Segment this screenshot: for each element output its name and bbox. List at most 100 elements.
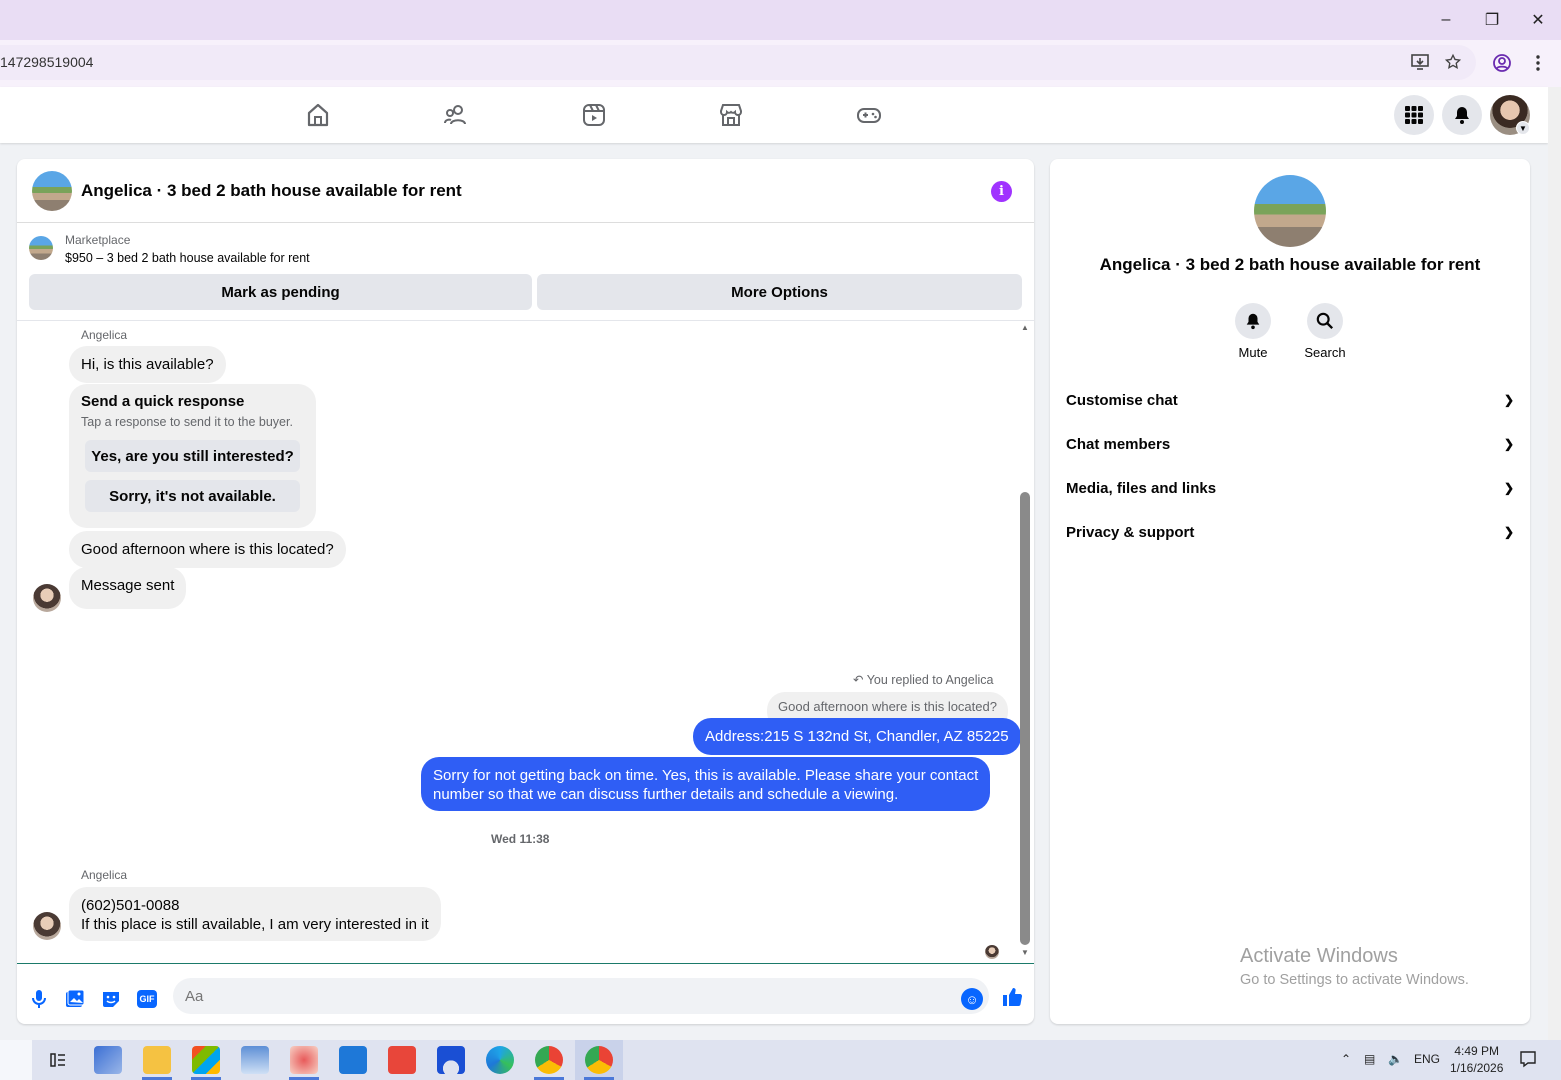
timestamp: Wed 11:38	[491, 832, 550, 846]
store-icon[interactable]	[192, 1046, 220, 1074]
sender-avatar[interactable]	[33, 584, 61, 612]
photo-icon[interactable]	[64, 988, 86, 1010]
volume-icon[interactable]: 🔈	[1388, 1052, 1403, 1066]
tray-chevron-up-icon[interactable]: ⌃	[1341, 1052, 1351, 1066]
quick-response-yes-button[interactable]: Yes, are you still interested?	[85, 440, 300, 472]
customise-chat-row[interactable]: Customise chat ❯	[1066, 380, 1514, 420]
chat-info-panel: Angelica · 3 bed 2 bath house available …	[1050, 159, 1530, 1024]
message-line: (602)501-0088	[81, 897, 180, 914]
grid-icon	[1405, 106, 1423, 124]
info-avatar[interactable]	[1254, 175, 1326, 247]
message-input[interactable]	[173, 978, 989, 1014]
chevron-down-icon: ❯	[1503, 393, 1514, 407]
microphone-icon[interactable]	[28, 988, 50, 1010]
search-label: Search	[1304, 345, 1346, 360]
message-line: number so that we can discuss further de…	[433, 786, 899, 803]
address-text: 147298519004	[0, 54, 94, 70]
gif-icon[interactable]: GIF	[136, 988, 158, 1010]
chevron-down-icon: ❯	[1503, 525, 1514, 539]
marketplace-label: Marketplace	[65, 233, 131, 247]
sender-name: Angelica	[81, 328, 128, 342]
chrome-icon[interactable]	[535, 1046, 563, 1074]
gaming-icon[interactable]	[855, 101, 883, 129]
message-bubble[interactable]: Good afternoon where is this located?	[69, 531, 346, 568]
message-line: If this place is still available, I am v…	[81, 916, 429, 933]
video-icon[interactable]	[580, 101, 608, 129]
quick-response-box: Send a quick response Tap a response to …	[69, 384, 316, 528]
browser-titlebar: – ❐ ✕	[0, 0, 1561, 40]
scroll-down-arrow[interactable]: ▼	[1019, 948, 1031, 958]
page-scrollbar[interactable]	[1548, 87, 1561, 1040]
file-explorer-icon[interactable]	[143, 1046, 171, 1074]
row-label: Customise chat	[1066, 391, 1178, 409]
restore-button[interactable]: ❐	[1477, 8, 1507, 32]
like-thumb-icon[interactable]	[1001, 986, 1023, 1008]
scroll-up-arrow[interactable]: ▲	[1019, 323, 1031, 333]
message-composer: GIF ☺	[17, 963, 1034, 1024]
clock[interactable]: 4:49 PM 1/16/2026	[1450, 1043, 1503, 1077]
account-caret-icon[interactable]: ▼	[1516, 121, 1530, 135]
friends-icon[interactable]	[442, 101, 470, 129]
privacy-support-row[interactable]: Privacy & support ❯	[1066, 512, 1514, 552]
mute-button[interactable]: Mute	[1213, 303, 1293, 360]
row-label: Chat members	[1066, 435, 1171, 453]
computer-icon[interactable]	[94, 1046, 122, 1074]
sender-name: Angelica	[81, 868, 128, 882]
clock-time: 4:49 PM	[1454, 1044, 1500, 1058]
search-icon	[1307, 303, 1343, 339]
chat-panel: Angelica · 3 bed 2 bath house available …	[17, 159, 1034, 1024]
windows-taskbar: ⌃ ▤ 🔈 ENG 4:49 PM 1/16/2026	[0, 1040, 1561, 1080]
sender-avatar[interactable]	[33, 912, 61, 940]
address-bar[interactable]: 147298519004	[0, 45, 1476, 80]
chat-avatar[interactable]	[32, 171, 72, 211]
info-icon[interactable]: i	[991, 181, 1012, 202]
browser-menu-icon[interactable]	[1527, 52, 1549, 74]
marketplace-icon[interactable]	[717, 101, 745, 129]
message-bubble[interactable]: Hi, is this available?	[69, 346, 226, 383]
media-files-links-row[interactable]: Media, files and links ❯	[1066, 468, 1514, 508]
install-app-icon[interactable]	[1409, 51, 1431, 73]
mute-label: Mute	[1238, 345, 1268, 360]
message-bubble[interactable]: Message sent	[69, 567, 187, 609]
gif-label: GIF	[137, 990, 157, 1008]
edge-icon[interactable]	[486, 1046, 514, 1074]
message-bubble[interactable]: (602)501-0088 If this place is still ava…	[69, 887, 441, 941]
quick-response-no-button[interactable]: Sorry, it's not available.	[85, 480, 300, 512]
chat-members-row[interactable]: Chat members ❯	[1066, 424, 1514, 464]
anydesk-icon[interactable]	[388, 1046, 416, 1074]
bell-icon	[1455, 107, 1469, 124]
message-list: Angelica Hi, is this available? Send a q…	[17, 322, 1034, 962]
search-button[interactable]: Search	[1285, 303, 1365, 360]
nordvpn-icon[interactable]	[437, 1046, 465, 1074]
chat-title[interactable]: Angelica · 3 bed 2 bath house available …	[81, 181, 462, 201]
task-view-icon[interactable]	[44, 1046, 72, 1074]
minimize-button[interactable]: –	[1431, 8, 1461, 32]
start-button[interactable]	[0, 1040, 32, 1080]
mail-icon[interactable]	[339, 1046, 367, 1074]
image-viewer-icon[interactable]	[241, 1046, 269, 1074]
network-icon[interactable]: ▤	[1364, 1052, 1375, 1066]
chat-scroll-thumb[interactable]	[1020, 492, 1030, 945]
profile-icon[interactable]	[1491, 52, 1513, 74]
chrome-profile-icon[interactable]	[585, 1046, 613, 1074]
reply-arrow-icon: ↶	[853, 673, 864, 687]
sticker-icon[interactable]	[100, 988, 122, 1010]
listing-thumbnail[interactable]	[29, 236, 53, 260]
home-icon[interactable]	[304, 101, 332, 129]
menu-grid-button[interactable]	[1394, 95, 1434, 135]
language-indicator[interactable]: ENG	[1414, 1052, 1440, 1066]
notifications-button[interactable]	[1442, 95, 1482, 135]
bookmark-star-icon[interactable]	[1442, 51, 1464, 73]
message-line: Sorry for not getting back on time. Yes,…	[433, 767, 979, 784]
emoji-icon[interactable]: ☺	[961, 988, 983, 1010]
outgoing-message-bubble[interactable]: Address:215 S 132nd St, Chandler, AZ 852…	[693, 718, 1021, 755]
notification-center-icon[interactable]	[1519, 1050, 1537, 1071]
mark-as-pending-button[interactable]: Mark as pending	[29, 274, 532, 310]
outgoing-message-bubble[interactable]: Sorry for not getting back on time. Yes,…	[421, 757, 991, 811]
paint-icon[interactable]	[290, 1046, 318, 1074]
more-options-button[interactable]: More Options	[537, 274, 1022, 310]
close-window-button[interactable]: ✕	[1523, 8, 1553, 32]
listing-title[interactable]: $950 – 3 bed 2 bath house available for …	[65, 251, 310, 265]
chevron-down-icon: ❯	[1503, 481, 1514, 495]
reply-note-text: You replied to Angelica	[866, 673, 994, 687]
